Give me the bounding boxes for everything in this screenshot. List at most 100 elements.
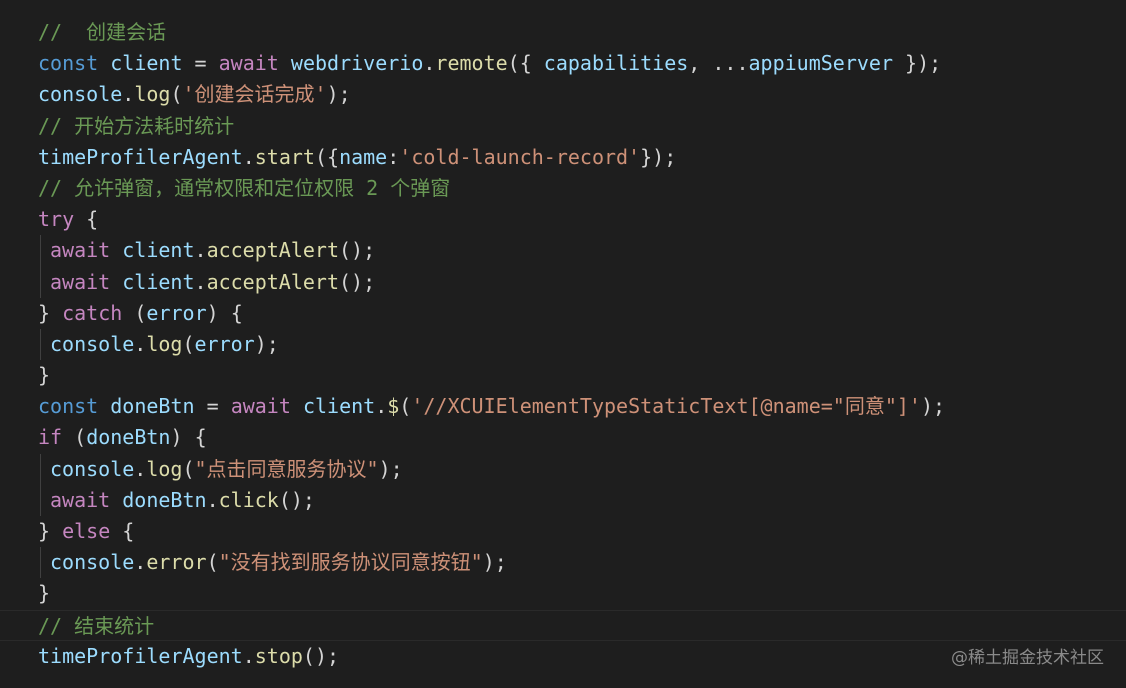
code-token: log: [146, 331, 183, 356]
code-token: "点击同意服务协议": [194, 456, 379, 481]
code-token: ) {: [170, 425, 207, 450]
code-token: if: [38, 425, 63, 450]
code-token: start: [254, 144, 315, 169]
code-token: (: [182, 456, 195, 481]
code-token: );: [920, 394, 946, 419]
code-line: console.error("没有找到服务协议同意按钮");: [0, 547, 1126, 579]
code-line: await doneBtn.click();: [0, 484, 1126, 516]
code-token: }: [38, 363, 51, 388]
code-token: catch: [62, 300, 123, 325]
code-token: (: [62, 425, 87, 450]
code-token: click: [218, 487, 279, 512]
code-token: .: [375, 394, 388, 419]
code-line: // 创建会话: [0, 17, 1126, 48]
code-token: console: [50, 331, 135, 356]
code-token: try: [38, 207, 75, 232]
code-token: .: [194, 269, 207, 294]
code-token: ({: [314, 144, 340, 169]
code-token: timeProfilerAgent: [38, 643, 243, 668]
code-token: ();: [339, 269, 376, 294]
code-token: doneBtn: [122, 487, 207, 512]
code-token: );: [254, 331, 279, 356]
code-line: }: [0, 360, 1126, 391]
indent-guide: [40, 235, 41, 267]
code-line: const client = await webdriverio.remote(…: [0, 48, 1126, 79]
code-line: timeProfilerAgent.start({name:'cold-laun…: [0, 142, 1126, 173]
code-token: else: [62, 519, 111, 543]
watermark: @稀土掘金技术社区: [951, 648, 1104, 668]
code-token: // 创建会话: [38, 20, 167, 44]
code-token: .: [242, 643, 255, 668]
code-line: try {: [0, 204, 1126, 235]
indent-guide: [40, 453, 41, 485]
code-token: }: [38, 581, 51, 606]
code-token: .: [206, 487, 219, 512]
code-token: );: [326, 82, 351, 107]
code-line: await client.acceptAlert();: [0, 235, 1126, 267]
code-token: );: [378, 456, 403, 481]
code-token: (: [206, 550, 219, 575]
code-line: console.log(error);: [0, 328, 1126, 361]
code-line: if (doneBtn) {: [0, 422, 1126, 453]
code-token: timeProfilerAgent: [38, 144, 243, 169]
code-token: ({: [507, 51, 544, 76]
code-token: =: [182, 51, 219, 76]
code-token: error: [146, 550, 207, 575]
code-line: await client.acceptAlert();: [0, 266, 1126, 298]
code-token: {: [110, 519, 135, 543]
code-editor[interactable]: // 创建会话 const client = await webdriverio…: [0, 0, 1126, 688]
code-token: name: [339, 144, 388, 169]
code-token: (: [182, 331, 195, 356]
code-token: acceptAlert: [206, 238, 340, 263]
code-token: "没有找到服务协议同意按钮": [218, 550, 483, 575]
code-token: doneBtn: [110, 394, 195, 419]
code-line-current: // 结束统计: [0, 609, 1126, 641]
code-token: // 允许弹窗，通常权限和定位权限 2 个弹窗: [38, 175, 451, 200]
code-token: log: [146, 456, 183, 481]
indent-guide: [40, 266, 41, 298]
code-token: capabilities: [543, 51, 689, 76]
code-line: } else {: [0, 516, 1126, 547]
code-token: (: [122, 300, 147, 325]
code-token: ();: [278, 487, 315, 512]
code-line: const doneBtn = await client.$('//XCUIEl…: [0, 391, 1126, 422]
code-token: stop: [254, 643, 303, 668]
code-token: });: [640, 144, 677, 169]
code-line: console.log("点击同意服务协议");: [0, 453, 1126, 485]
code-token: const: [38, 394, 99, 419]
code-token: // 开始方法耗时统计: [38, 113, 235, 138]
code-token: });: [893, 51, 942, 76]
code-token: .: [122, 82, 135, 107]
code-token: await: [230, 394, 291, 419]
code-token: remote: [435, 51, 508, 76]
code-token: (: [170, 82, 183, 107]
code-token: await: [218, 51, 279, 76]
code-token: .: [134, 331, 147, 356]
code-token: .: [134, 550, 147, 575]
code-token: doneBtn: [86, 425, 171, 450]
code-token: }: [38, 519, 63, 543]
code-token: '//XCUIElementTypeStaticText[@name="同意"]…: [411, 394, 921, 419]
code-token: {: [74, 207, 99, 232]
code-token: client: [122, 238, 195, 263]
code-token: console: [50, 550, 135, 575]
code-token: webdriverio: [290, 51, 424, 76]
code-line: // 开始方法耗时统计: [0, 111, 1126, 142]
code-token: 'cold-launch-record': [399, 144, 641, 169]
code-token: .: [194, 238, 207, 263]
code-token: ();: [302, 643, 340, 668]
code-line: } catch (error) {: [0, 298, 1126, 329]
code-token: '创建会话完成': [182, 82, 327, 107]
code-block[interactable]: // 创建会话 const client = await webdriverio…: [0, 17, 1126, 672]
code-token: await: [50, 487, 111, 512]
code-token: client: [122, 269, 195, 294]
code-token: $: [387, 394, 400, 419]
code-token: client: [110, 51, 183, 76]
code-line: // 允许弹窗，通常权限和定位权限 2 个弹窗: [0, 173, 1126, 204]
code-token: appiumServer: [748, 51, 894, 76]
